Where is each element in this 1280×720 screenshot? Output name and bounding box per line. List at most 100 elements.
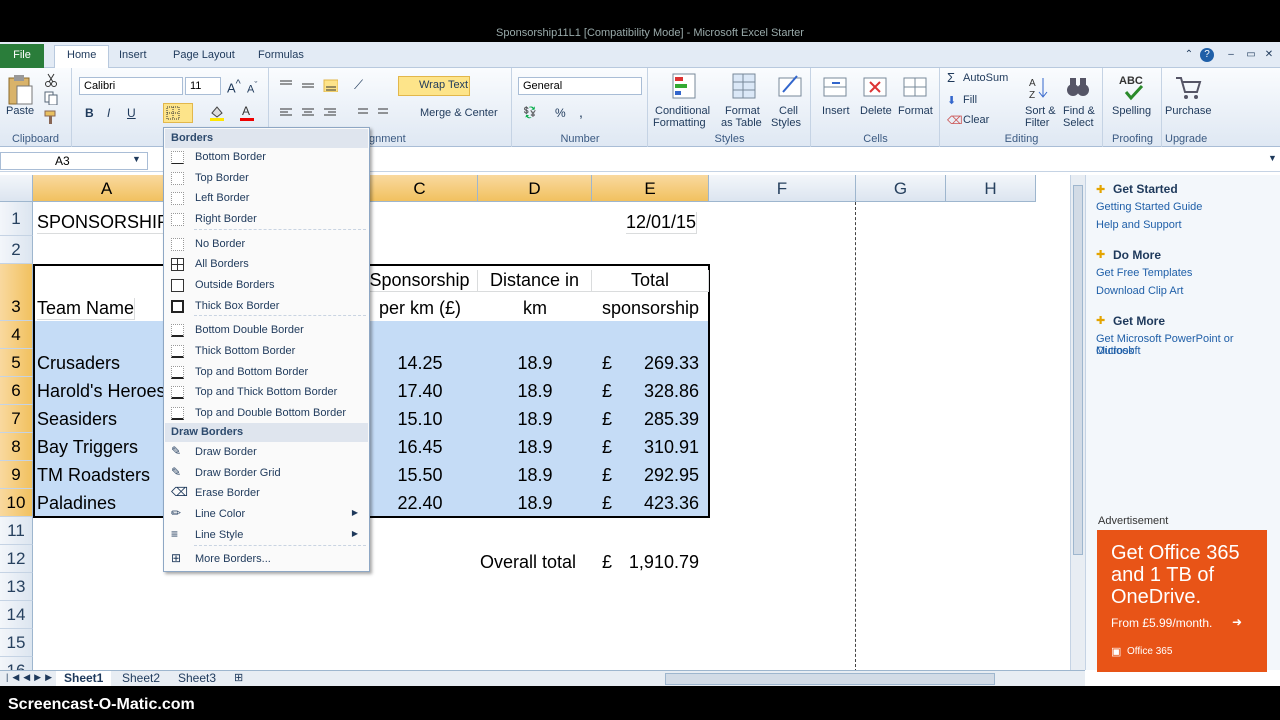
column-header-g[interactable]: G — [856, 175, 946, 202]
column-header-d[interactable]: D — [478, 175, 592, 202]
sort-filter-sub[interactable]: Filter — [1025, 117, 1049, 129]
paste-icon[interactable] — [6, 74, 34, 106]
insert-cells-icon[interactable] — [822, 74, 848, 100]
delete-button[interactable]: Delete — [860, 105, 892, 117]
copy-icon[interactable] — [44, 91, 58, 105]
column-header-f[interactable]: F — [709, 175, 856, 202]
clip-art-link[interactable]: Download Clip Art — [1096, 285, 1183, 297]
purchase-cart-icon[interactable] — [1173, 72, 1203, 102]
distance-cell[interactable]: 18.9 — [478, 381, 592, 402]
window-close-icon[interactable]: ✕ — [1262, 48, 1276, 62]
outlook-link[interactable]: Outlook — [1096, 345, 1134, 357]
row-header-14[interactable]: 14 — [0, 601, 33, 629]
overall-total-value[interactable]: 1,910.79 — [592, 552, 709, 573]
row-header-5[interactable]: 5 — [0, 349, 33, 377]
sponsorship-rate-cell[interactable]: 15.10 — [362, 409, 478, 430]
sponsorship-rate-cell[interactable]: 15.50 — [362, 465, 478, 486]
row-header-6[interactable]: 6 — [0, 377, 33, 405]
sponsorship-rate-cell[interactable]: 17.40 — [362, 381, 478, 402]
tab-home[interactable]: Home — [54, 45, 110, 69]
sheet-tab-1[interactable]: Sheet1 — [56, 671, 112, 687]
sheet-tab-3[interactable]: Sheet3 — [170, 671, 224, 687]
help-support-link[interactable]: Help and Support — [1096, 219, 1182, 231]
comma-button[interactable]: , — [579, 104, 583, 120]
overall-total-label[interactable]: Overall total — [480, 552, 576, 573]
draw-borders-menu-item[interactable]: ✏ Line Color ▶ — [165, 504, 368, 524]
autosum-button[interactable]: AutoSum — [949, 72, 1008, 84]
row-header-2[interactable]: 2 — [0, 236, 33, 264]
borders-menu-item[interactable]: Left Border — [165, 188, 368, 208]
team-name-cell[interactable]: Bay Triggers — [37, 437, 138, 458]
format-as-table-icon[interactable] — [731, 72, 757, 100]
total-sponsorship-cell[interactable]: 269.33 — [592, 353, 709, 374]
fill-color-icon[interactable] — [209, 104, 225, 122]
name-box[interactable]: A3 — [0, 152, 148, 170]
total-sponsorship-cell[interactable]: 285.39 — [592, 409, 709, 430]
grow-font-icon[interactable]: A^ — [227, 78, 241, 95]
sort-filter-icon[interactable]: AZ — [1027, 74, 1053, 100]
cell-e1[interactable]: 12/01/15 — [626, 212, 698, 234]
team-name-cell[interactable]: Paladines — [37, 493, 116, 514]
percent-button[interactable]: % — [555, 106, 566, 120]
font-name-select[interactable]: Calibri — [79, 77, 183, 95]
row-header-8[interactable]: 8 — [0, 433, 33, 461]
vertical-scroll-thumb[interactable] — [1073, 185, 1083, 555]
merge-center-button[interactable]: Merge & Center — [402, 107, 498, 119]
worksheet-grid[interactable]: A B C D E F G H 1 2 3 4 5 6 7 8 9 10 11 … — [0, 175, 1070, 670]
total-sponsorship-cell[interactable]: 328.86 — [592, 381, 709, 402]
format-as-table-sub[interactable]: as Table — [721, 117, 762, 129]
tab-file[interactable]: File — [0, 44, 44, 68]
borders-menu-item[interactable]: No Border — [165, 234, 368, 254]
sponsorship-rate-cell[interactable]: 14.25 — [362, 353, 478, 374]
vertical-align-icons[interactable] — [278, 78, 338, 92]
team-name-cell[interactable]: TM Roadsters — [37, 465, 150, 486]
borders-menu-item[interactable]: Outside Borders — [165, 275, 368, 295]
team-name-cell[interactable]: Harold's Heroes — [37, 381, 166, 402]
underline-icon[interactable]: U — [127, 106, 136, 120]
minimize-ribbon-icon[interactable]: ⌃ — [1182, 48, 1196, 62]
free-templates-link[interactable]: Get Free Templates — [1096, 267, 1192, 279]
borders-menu-item[interactable]: Right Border — [165, 209, 368, 229]
distance-cell[interactable]: 18.9 — [478, 409, 592, 430]
distance-cell[interactable]: 18.9 — [478, 353, 592, 374]
format-as-table-button[interactable]: Format — [725, 105, 760, 117]
distance-cell[interactable]: 18.9 — [478, 465, 592, 486]
borders-menu-item[interactable]: Top and Thick Bottom Border — [165, 382, 368, 402]
draw-borders-menu-item[interactable]: ✎ Draw Border Grid — [165, 463, 368, 483]
insert-button[interactable]: Insert — [822, 105, 850, 117]
borders-menu-item[interactable]: Thick Box Border — [165, 296, 368, 316]
cell-e3-line1[interactable]: Total — [592, 270, 709, 292]
find-select-sub[interactable]: Select — [1063, 117, 1094, 129]
sponsorship-rate-cell[interactable]: 22.40 — [362, 493, 478, 514]
row-header-7[interactable]: 7 — [0, 405, 33, 433]
format-cells-icon[interactable] — [902, 74, 928, 100]
cell-d3-line1[interactable]: Distance in — [478, 270, 592, 292]
borders-menu-item[interactable]: Thick Bottom Border — [165, 341, 368, 361]
cell-styles-sub[interactable]: Styles — [771, 117, 801, 129]
column-header-h[interactable]: H — [946, 175, 1036, 202]
conditional-formatting-sub[interactable]: Formatting — [653, 117, 706, 129]
team-name-cell[interactable]: Crusaders — [37, 353, 120, 374]
cell-a3[interactable]: Team Name — [37, 298, 136, 320]
spelling-button[interactable]: Spelling — [1112, 105, 1151, 117]
borders-menu-item[interactable]: Bottom Border — [165, 147, 368, 167]
vertical-scrollbar[interactable] — [1070, 175, 1085, 670]
row-header-15[interactable]: 15 — [0, 629, 33, 657]
font-color-icon[interactable]: A — [239, 104, 255, 122]
row-header-12[interactable]: 12 — [0, 545, 33, 573]
column-header-a[interactable]: A — [33, 175, 181, 202]
total-sponsorship-cell[interactable]: 423.36 — [592, 493, 709, 514]
sort-filter-button[interactable]: Sort & — [1025, 105, 1056, 117]
conditional-formatting-icon[interactable] — [671, 72, 697, 100]
cell-c3-line1[interactable]: Sponsorship — [362, 270, 478, 292]
distance-cell[interactable]: 18.9 — [478, 493, 592, 514]
sheet-nav-icons[interactable]: |◀◀▶▶| — [6, 672, 62, 683]
total-sponsorship-cell[interactable]: 310.91 — [592, 437, 709, 458]
paste-button[interactable]: Paste — [6, 105, 34, 117]
tab-page-layout[interactable]: Page Layout — [161, 46, 247, 68]
column-header-c[interactable]: C — [362, 175, 478, 202]
row-header-1[interactable]: 1 — [0, 202, 33, 236]
orientation-icon[interactable]: ⟋ — [354, 77, 363, 93]
expand-formula-bar-icon[interactable]: ▼ — [1268, 153, 1277, 163]
column-header-e[interactable]: E — [592, 175, 709, 202]
